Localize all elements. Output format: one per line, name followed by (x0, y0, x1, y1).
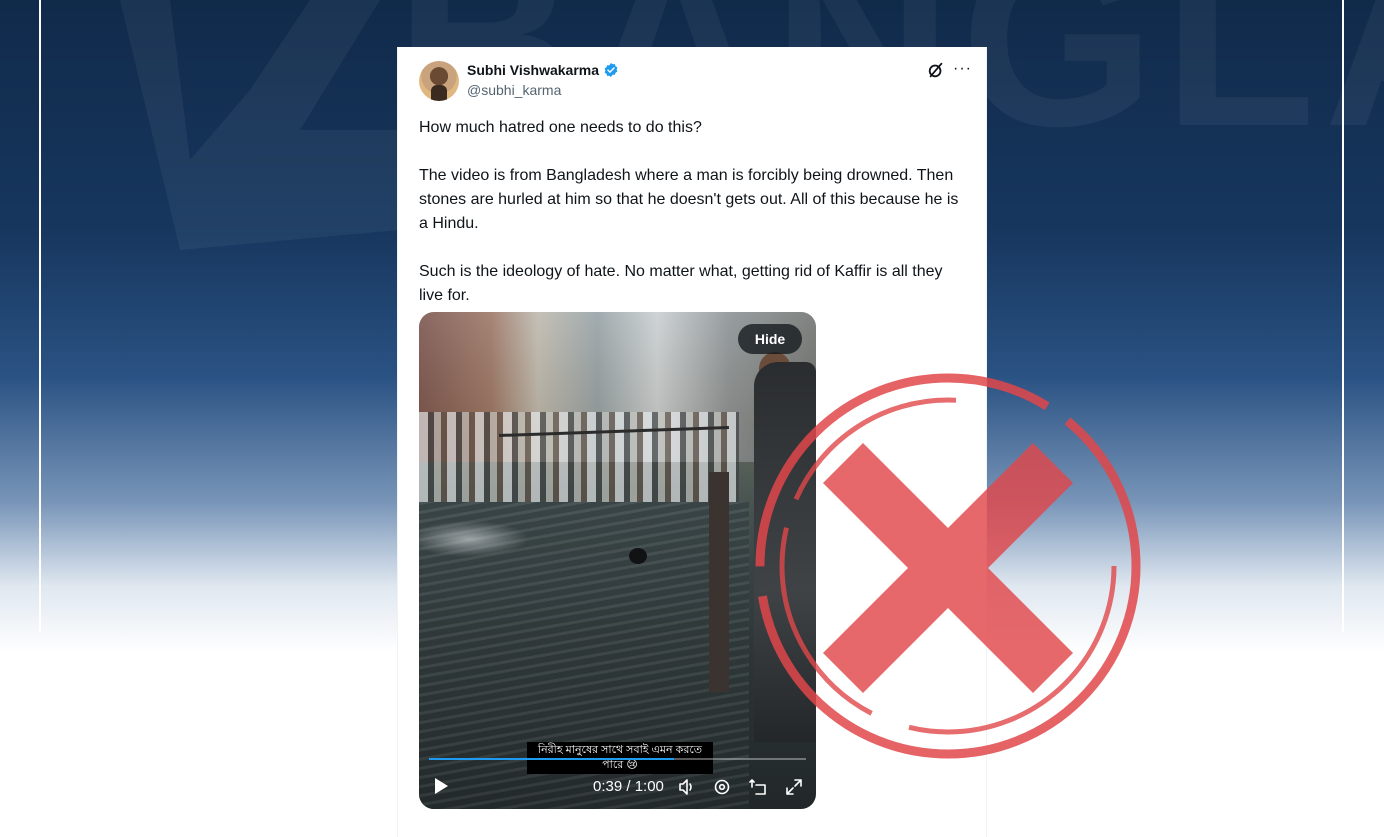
tweet-text: How much hatred one needs to do this? Th… (419, 116, 959, 332)
more-options-icon[interactable]: ··· (953, 60, 972, 78)
video-frame-swimmer (629, 548, 647, 564)
frame-line-left (39, 0, 41, 632)
frame-line-right (1342, 0, 1344, 632)
fullscreen-icon[interactable] (784, 777, 804, 797)
author-display-name[interactable]: Subhi Vishwakarma (467, 62, 599, 78)
author-handle[interactable]: @subhi_karma (467, 82, 561, 98)
settings-icon[interactable] (712, 777, 732, 797)
video-controls: 0:39 / 1:00 (419, 767, 816, 809)
tweet-text-line-2: The video is from Bangladesh where a man… (419, 167, 959, 232)
avatar[interactable] (419, 61, 459, 101)
video-time: 0:39 / 1:00 (593, 778, 664, 795)
tweet-text-line-1: How much hatred one needs to do this? (419, 119, 702, 136)
author-name-row: Subhi Vishwakarma (467, 62, 619, 78)
play-icon[interactable] (433, 777, 449, 795)
grok-icon[interactable] (927, 60, 945, 80)
fact-check-false-x-icon (755, 373, 1141, 759)
video-progress-fill (429, 758, 675, 760)
watermark-logo-shape (120, 0, 430, 250)
verified-badge-icon (604, 63, 618, 77)
volume-icon[interactable] (677, 777, 697, 797)
tweet-text-line-3: Such is the ideology of hate. No matter … (419, 263, 943, 304)
video-frame-post (709, 472, 729, 692)
dock-icon[interactable] (748, 777, 768, 797)
hide-button[interactable]: Hide (738, 324, 802, 354)
video-frame-crowd (419, 412, 739, 502)
